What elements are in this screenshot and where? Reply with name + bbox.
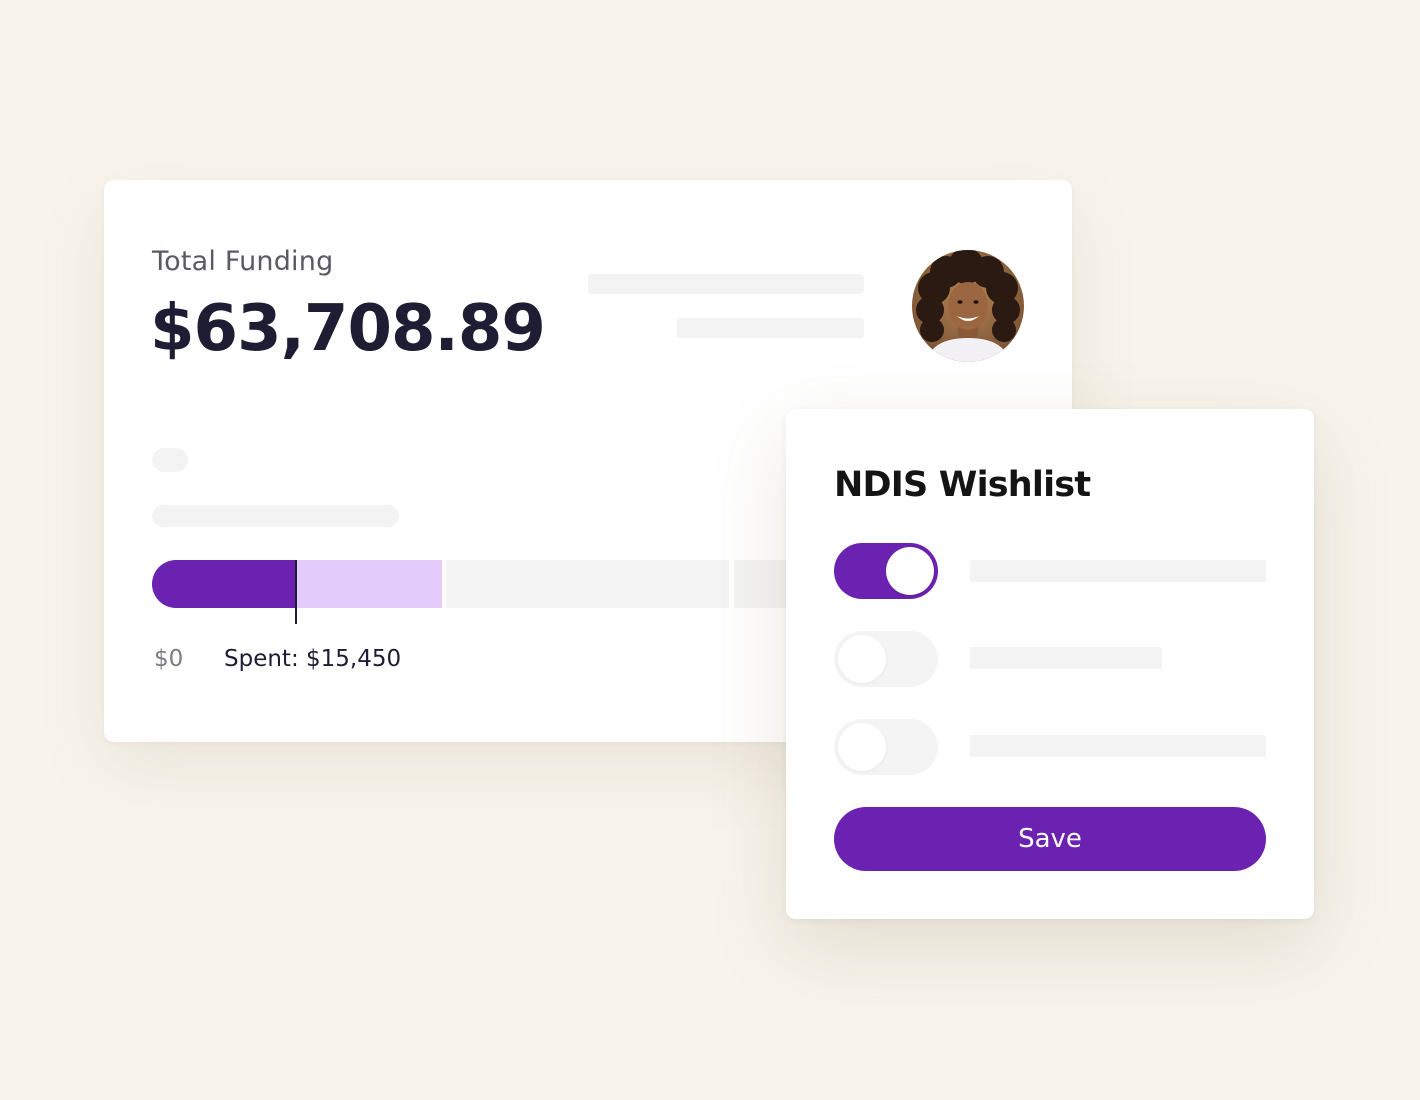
total-funding-label: Total Funding [152,246,334,277]
wishlist-card: NDIS Wishlist Save [786,409,1314,919]
total-funding-amount: $63,708.89 [150,292,546,366]
toggle-knob [838,635,886,683]
spent-amount-label: Spent: $15,450 [224,646,402,672]
person-avatar-image [912,250,1024,362]
toggle-knob [838,723,886,771]
skeleton-line [677,318,864,338]
wishlist-option-placeholder [970,647,1162,669]
spent-segment [152,560,297,608]
toggle-knob [886,547,934,595]
skeleton-line [588,274,864,294]
funding-progress-bar [152,560,899,624]
save-button[interactable]: Save [834,807,1266,871]
axis-start-label: $0 [154,646,184,672]
wishlist-option-placeholder [970,560,1266,582]
wishlist-option-placeholder [970,735,1266,757]
wishlist-toggle-2[interactable] [834,631,938,687]
wishlist-toggle-1[interactable] [834,543,938,599]
locked-segment [446,560,899,608]
avatar [912,250,1024,362]
skeleton-pill [152,448,188,472]
skeleton-pill [152,505,399,527]
wishlist-title: NDIS Wishlist [834,465,1091,505]
committed-segment [297,560,442,608]
spent-marker [295,560,297,624]
wishlist-toggle-3[interactable] [834,719,938,775]
